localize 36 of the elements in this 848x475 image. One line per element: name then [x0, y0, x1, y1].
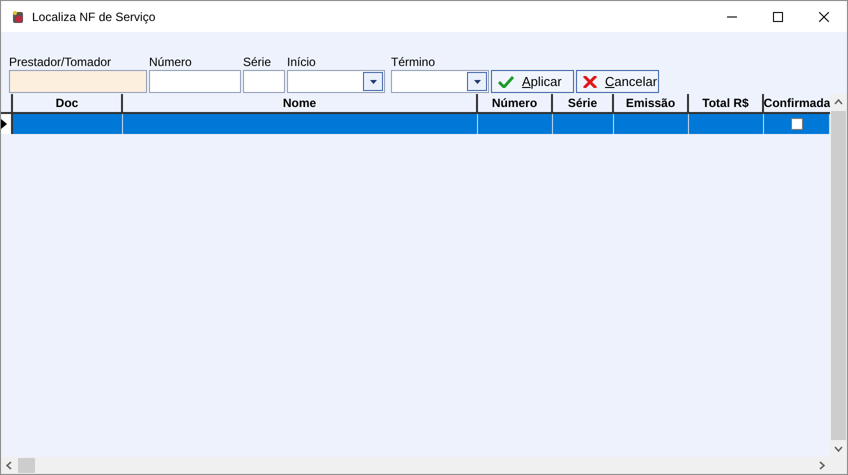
- checkbox[interactable]: [790, 118, 802, 130]
- field-label: Início: [287, 54, 316, 70]
- field-label: Número: [149, 54, 192, 70]
- app-icon: [10, 8, 26, 24]
- maximize-icon: [773, 12, 783, 22]
- x-icon: [583, 76, 597, 88]
- column-header[interactable]: Nome: [123, 94, 478, 112]
- input-field[interactable]: [149, 70, 241, 93]
- column-header[interactable]: Total R$: [689, 94, 764, 112]
- horizontal-scrollbar[interactable]: [1, 457, 847, 474]
- vertical-scrollbar[interactable]: [830, 94, 847, 457]
- date-dropdown[interactable]: [391, 70, 489, 93]
- close-icon: [819, 12, 829, 22]
- dropdown-button[interactable]: [363, 72, 383, 91]
- row-pointer-icon: [1, 119, 7, 129]
- date-dropdown[interactable]: [287, 70, 385, 93]
- input-field[interactable]: [243, 70, 285, 93]
- caret-icon: [474, 80, 480, 84]
- field-label: Término: [391, 54, 436, 70]
- table-row[interactable]: [1, 114, 830, 134]
- cancel-button[interactable]: Cancelar: [576, 70, 659, 93]
- checkmark-icon: [498, 76, 514, 88]
- scroll-thumb[interactable]: [18, 458, 35, 473]
- column-header[interactable]: Emissão: [614, 94, 689, 112]
- apply-button[interactable]: Aplicar: [491, 70, 574, 93]
- column-header[interactable]: Confirmada: [764, 94, 830, 112]
- field-label: Prestador/Tomador: [9, 54, 112, 70]
- caret-icon: [370, 80, 376, 84]
- input-field[interactable]: [9, 70, 147, 93]
- field-label: Série: [243, 54, 272, 70]
- column-header[interactable]: Doc: [13, 94, 123, 112]
- scroll-thumb[interactable]: [831, 111, 846, 440]
- column-header[interactable]: Série: [553, 94, 614, 112]
- window-title: Localiza NF de Serviço: [32, 8, 156, 26]
- dropdown-button[interactable]: [467, 72, 487, 91]
- column-header[interactable]: Número: [478, 94, 553, 112]
